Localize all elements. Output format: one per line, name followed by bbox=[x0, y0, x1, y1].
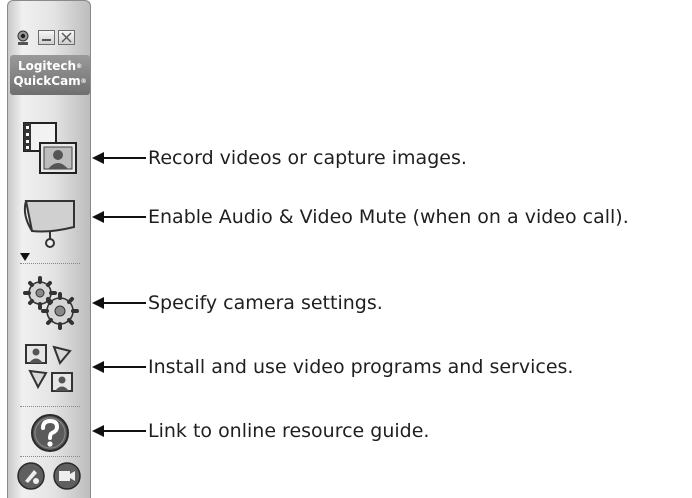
divider bbox=[20, 456, 80, 457]
gears-icon bbox=[23, 276, 79, 330]
video-camera-icon bbox=[53, 462, 81, 490]
arrow-left-icon bbox=[92, 152, 146, 164]
registered-mark: ® bbox=[80, 78, 87, 85]
title-bar bbox=[8, 27, 92, 49]
camera-settings-button[interactable] bbox=[18, 271, 82, 335]
audio-video-mute-button[interactable] bbox=[18, 191, 82, 255]
video-camera-button[interactable] bbox=[52, 461, 82, 491]
callout-text: Link to online resource guide. bbox=[148, 420, 430, 442]
divider bbox=[20, 263, 80, 264]
quickcam-toolbar: Logitech® QuickCam® bbox=[7, 0, 91, 498]
close-button[interactable] bbox=[58, 30, 75, 45]
expand-arrow-icon[interactable] bbox=[20, 253, 30, 261]
callout-text: Install and use video programs and servi… bbox=[148, 356, 574, 378]
record-capture-button[interactable] bbox=[18, 119, 82, 183]
audio-video-mute-icon bbox=[23, 200, 75, 248]
effects-icon bbox=[17, 462, 45, 490]
help-question-icon bbox=[31, 414, 69, 452]
arrow-left-icon bbox=[92, 425, 146, 437]
video-capture-icon bbox=[23, 122, 77, 174]
arrow-left-icon bbox=[92, 297, 146, 309]
callout-text: Enable Audio & Video Mute (when on a vid… bbox=[148, 206, 629, 228]
brand-logo: Logitech® QuickCam® bbox=[10, 55, 90, 95]
webcam-icon[interactable] bbox=[14, 30, 31, 45]
callout-text: Record videos or capture images. bbox=[148, 147, 467, 169]
brand-line1: Logitech bbox=[17, 59, 77, 73]
video-programs-button[interactable] bbox=[18, 339, 82, 403]
arrow-left-icon bbox=[92, 211, 146, 223]
registered-mark: ® bbox=[76, 63, 83, 70]
effects-button[interactable] bbox=[16, 461, 46, 491]
arrow-left-icon bbox=[92, 361, 146, 373]
callout-text: Specify camera settings. bbox=[148, 292, 383, 314]
minimize-button[interactable] bbox=[38, 30, 55, 45]
brand-line2: QuickCam bbox=[13, 74, 81, 88]
video-services-icon bbox=[25, 344, 73, 392]
